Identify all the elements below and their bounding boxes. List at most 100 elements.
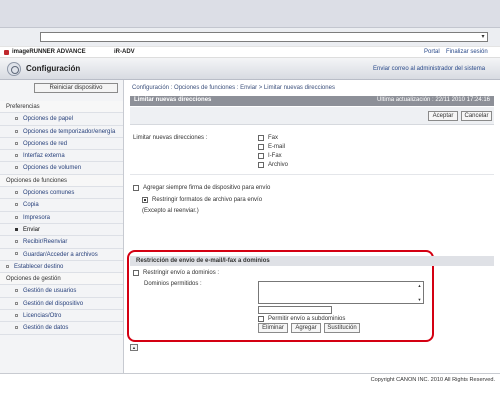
file-checkbox[interactable] — [258, 162, 264, 168]
fax-checkbox[interactable] — [258, 135, 264, 141]
email-label: E-mail — [268, 144, 286, 150]
bullet-icon — [15, 326, 18, 330]
portal-link[interactable]: Portal — [424, 49, 440, 55]
scroll-up-icon[interactable]: ▲ — [417, 283, 422, 288]
bullet-icon — [15, 252, 18, 256]
sidebar-item-receive-forward[interactable]: Recibir/Reenviar — [0, 236, 123, 249]
allowed-domains-list[interactable]: ▲ ▼ — [258, 281, 424, 304]
bullet-icon — [15, 141, 18, 145]
sidebar-item-label: Licencias/Otro — [23, 313, 62, 320]
sidebar-item-device-management[interactable]: Gestión del dispositivo — [0, 298, 123, 311]
sidebar-list: Preferencias Opciones de papel Opciones … — [0, 101, 123, 335]
sidebar-item-label: Gestión de usuarios — [23, 288, 77, 295]
sidebar-item-label: Impresora — [23, 214, 51, 221]
sidebar-item-label: Opciones de papel — [23, 116, 74, 123]
add-button[interactable]: Agregar — [291, 323, 321, 333]
delete-button[interactable]: Eliminar — [258, 323, 288, 333]
send-admin-mail-link[interactable]: Enviar correo al administrador del siste… — [373, 66, 485, 72]
sidebar-group-label: Opciones de funciones — [6, 177, 68, 184]
bullet-icon — [15, 240, 18, 244]
sidebar-item-user-management[interactable]: Gestión de usuarios — [0, 285, 123, 298]
restrict-domain-checkbox[interactable] — [133, 270, 139, 276]
bullet-icon — [15, 166, 18, 170]
accept-button[interactable]: Aceptar — [428, 111, 458, 121]
collapse-toggle-icon[interactable]: ▲ — [130, 344, 138, 351]
breadcrumb: Configuración : Opciones de funciones : … — [132, 85, 335, 91]
sidebar-group-management: Opciones de gestión — [0, 273, 123, 286]
bullet-icon — [15, 289, 18, 293]
main-content: Configuración : Opciones de funciones : … — [124, 80, 500, 373]
sidebar-item-paper[interactable]: Opciones de papel — [0, 113, 123, 126]
sidebar-item-copy[interactable]: Copia — [0, 199, 123, 212]
footer-divider — [0, 373, 500, 374]
sidebar-item-label: Gestión de datos — [23, 325, 69, 332]
sidebar-item-label: Guardar/Acceder a archivos — [23, 251, 98, 258]
sidebar-item-label: Recibir/Reenviar — [23, 239, 68, 246]
address-bar[interactable]: ▾ — [40, 32, 488, 42]
restart-device-button[interactable]: Reiniciar dispositivo — [34, 83, 118, 93]
allowed-domains-label: Dominios permitidos : — [144, 281, 202, 287]
sidebar-item-store-access[interactable]: Guardar/Acceder a archivos — [0, 249, 123, 261]
domain-input[interactable] — [258, 306, 332, 314]
address-row: ▾ — [0, 28, 500, 46]
email-checkbox[interactable] — [258, 144, 264, 150]
add-signature-checkbox[interactable] — [133, 185, 139, 191]
action-bar: Aceptar Cancelar — [130, 107, 494, 125]
bullet-icon — [15, 313, 18, 317]
sidebar-group-label: Opciones de gestión — [6, 276, 61, 283]
file-label: Archivo — [268, 162, 289, 168]
sidebar-item-printer[interactable]: Impresora — [0, 212, 123, 224]
copyright: Copyright CANON INC. 2010 All Rights Res… — [370, 377, 495, 383]
bullet-icon — [15, 301, 18, 305]
bullet-icon — [15, 129, 18, 133]
title-bar: Configuración Enviar correo al administr… — [0, 58, 500, 80]
sidebar-item-external-interface[interactable]: Interfaz externa — [0, 150, 123, 163]
model-name: iR-ADV — [114, 49, 135, 55]
bullet-icon — [15, 191, 18, 194]
allow-subdomains-label: Permitir envío a subdominios — [268, 316, 346, 322]
sidebar-group-preferences: Preferencias — [0, 101, 123, 114]
bullet-icon — [15, 215, 18, 219]
logout-link[interactable]: Finalizar sesión — [446, 49, 488, 55]
sidebar-item-data-management[interactable]: Gestión de datos — [0, 322, 123, 335]
sidebar-item-licenses[interactable]: Licencias/Otro — [0, 310, 123, 323]
sidebar-item-volume[interactable]: Opciones de volumen — [0, 162, 123, 175]
sidebar-item-network[interactable]: Opciones de red — [0, 138, 123, 151]
sidebar: Reiniciar dispositivo Preferencias Opcio… — [0, 80, 124, 373]
sidebar-group-label: Preferencias — [6, 104, 40, 110]
restrict-formats-checkbox[interactable] — [142, 197, 148, 203]
cancel-button[interactable]: Cancelar — [461, 111, 492, 121]
browser-toolbar — [0, 0, 500, 28]
canon-logo-icon — [4, 50, 9, 55]
limit-addresses-label: Limitar nuevas direcciones : — [133, 135, 208, 141]
scroll-down-icon[interactable]: ▼ — [417, 297, 422, 302]
sidebar-item-set-destination[interactable]: Establecer destino — [0, 261, 123, 274]
bullet-icon — [15, 154, 18, 158]
sidebar-item-label: Copia — [23, 202, 39, 209]
sidebar-item-label: Interfaz externa — [23, 153, 65, 160]
page-title: Configuración — [26, 64, 81, 73]
fax-label: Fax — [268, 135, 279, 141]
restrict-domain-label: Restringir envío a dominios : — [143, 270, 220, 276]
sidebar-item-send[interactable]: Enviar — [0, 224, 123, 237]
sidebar-item-label: Establecer destino — [14, 263, 64, 270]
bullet-icon — [15, 203, 18, 207]
sidebar-item-common[interactable]: Opciones comunes — [0, 187, 123, 200]
replace-button[interactable]: Sustitución — [324, 323, 360, 333]
domain-section-header: Restricción de envío de e-mail/I-fax a d… — [130, 256, 494, 266]
last-updated: Última actualización : 22/11 2010 17:24:… — [377, 97, 490, 103]
ifax-checkbox[interactable] — [258, 153, 264, 159]
allow-subdomains-checkbox[interactable] — [258, 316, 264, 322]
brand-name: imageRUNNER ADVANCE — [12, 49, 86, 55]
page: imageRUNNER ADVANCE iR-ADV Portal Finali… — [0, 47, 500, 414]
panel-title: Limitar nuevas direcciones — [134, 97, 212, 103]
address-dropdown-icon[interactable]: ▾ — [479, 33, 487, 41]
bullet-icon — [6, 264, 9, 268]
bullet-icon — [15, 117, 18, 121]
sidebar-item-label: Opciones comunes — [23, 190, 75, 197]
sidebar-item-timer-energy[interactable]: Opciones de temporizador/energía — [0, 126, 123, 138]
panel-header: Limitar nuevas direcciones Última actual… — [130, 96, 494, 106]
sidebar-group-functions: Opciones de funciones — [0, 174, 123, 188]
sidebar-item-label: Gestión del dispositivo — [23, 300, 84, 307]
settings-gear-icon — [7, 62, 21, 76]
